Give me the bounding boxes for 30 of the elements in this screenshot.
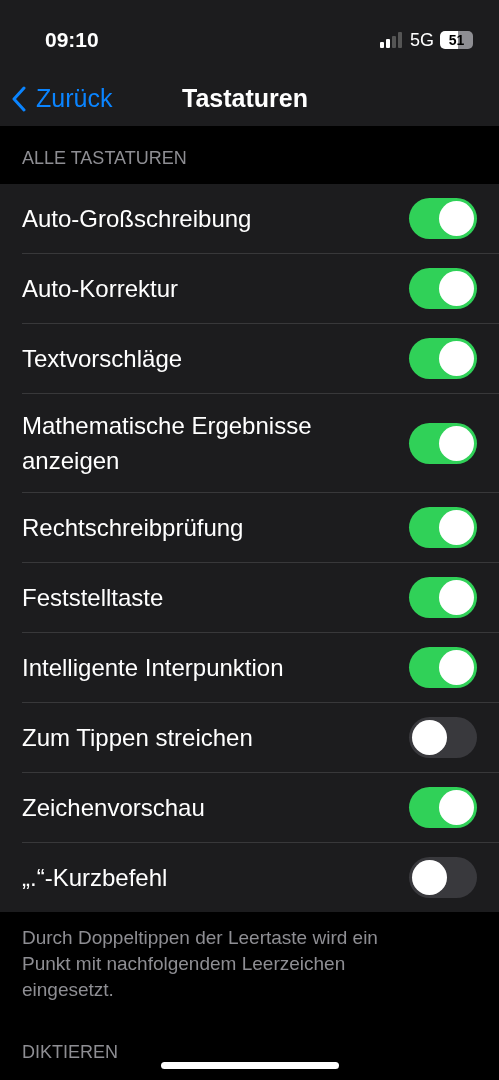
toggle-switch[interactable]: [409, 198, 477, 239]
toggle-switch[interactable]: [409, 787, 477, 828]
chevron-left-icon: [12, 86, 26, 112]
toggle-switch[interactable]: [409, 338, 477, 379]
footer-note: Durch Doppeltippen der Leertaste wird ein Punkt mit nachfolgendem Leerzeichen eingesetzt.: [22, 926, 379, 1002]
toggle-switch[interactable]: [409, 507, 477, 548]
setting-label: Textvorschläge: [22, 344, 183, 374]
section-header: ALLE TASTATUREN: [22, 147, 187, 170]
setting-label: Feststelltaste: [22, 583, 164, 613]
network-label: 5G: [410, 28, 434, 52]
section-header: DIKTIEREN: [22, 1042, 118, 1062]
toggle-switch[interactable]: [409, 717, 477, 758]
setting-label: „.“-Kurzbefehl: [22, 863, 168, 893]
toggle-switch[interactable]: [409, 268, 477, 309]
back-button[interactable]: Zurück: [0, 80, 113, 118]
page-title: Tastaturen: [182, 83, 308, 115]
toggle-switch[interactable]: [409, 857, 477, 898]
battery-icon: 51: [440, 31, 473, 49]
setting-label: Intelligente Interpunktion: [22, 653, 284, 683]
toggle-switch[interactable]: [409, 577, 477, 618]
status-time: 09:10: [45, 27, 99, 54]
toggle-switch[interactable]: [409, 647, 477, 688]
setting-label: Rechtschreibprüfung: [22, 513, 244, 543]
setting-label: Zeichenvorschau: [22, 793, 205, 823]
toggle-switch[interactable]: [409, 422, 477, 464]
setting-label: Auto-Korrektur: [22, 274, 179, 304]
setting-label: Mathematische Ergebnisse anzeigen: [22, 411, 313, 476]
setting-label: Auto-Großschreibung: [22, 204, 252, 234]
signal-icon: [380, 32, 404, 48]
setting-label: Zum Tippen streichen: [22, 723, 253, 753]
